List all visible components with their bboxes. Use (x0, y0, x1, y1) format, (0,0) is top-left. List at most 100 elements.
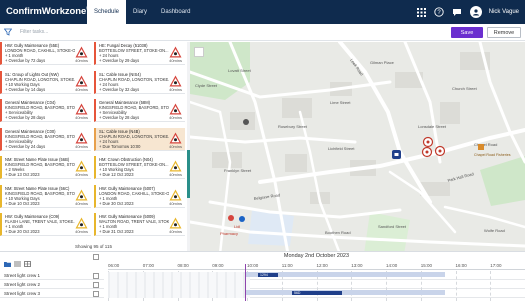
task-bar[interactable]: 1294 (258, 273, 278, 277)
street-light-marker[interactable] (243, 119, 249, 125)
task-addr: CHAPLIN ROAD, LONGTON, STOKE... (99, 133, 169, 139)
task-card[interactable]: HE: Fungal Decay (51038) BOTTESLOW STREET… (94, 42, 185, 65)
street-label: Lovatt Street (228, 68, 252, 73)
crew-shift-band (245, 290, 445, 295)
street-label: Sandford Street (378, 224, 407, 229)
street-label: Lonsdale Street (418, 124, 447, 129)
hour-ruler: 06:00 07:00 08:00 09:00 10:00 11:00 12:00 13:00… (108, 263, 525, 270)
poi-label: Chapel Road Fisheries (474, 153, 511, 157)
user-name[interactable]: Nick Vague (489, 9, 519, 15)
task-card[interactable]: HW: Gully Maintenance (5007) LONDON ROAD,… (94, 184, 185, 208)
warning-icon (169, 159, 182, 172)
crew-toggle[interactable] (93, 291, 99, 297)
task-card[interactable]: General Maintenance (58M) KINGSFIELD ROAD… (94, 99, 185, 122)
grid-icon[interactable] (24, 254, 31, 267)
task-duration: 40mins (75, 172, 88, 177)
street-label: Rosebury Street (278, 124, 308, 129)
task-addr: KINGSFIELD ROAD, BASFORD, STOKE... (5, 133, 75, 139)
task-duration: 40mins (169, 172, 182, 177)
task-card[interactable]: HW: Gully Maintenance (C09) FLASH LANE, T… (0, 213, 91, 236)
app-logo[interactable]: ConfirmWorkzone® (0, 6, 90, 17)
tab-schedule[interactable]: Schedule (87, 0, 127, 24)
task-duration: 40mins (75, 229, 88, 234)
list-icon[interactable] (14, 254, 21, 267)
task-bar[interactable]: 56D (292, 291, 342, 295)
crew-settings-icon[interactable] (93, 254, 99, 260)
hour-label: 08:00 (177, 263, 189, 268)
task-addr: CHAPLIN ROAD, LONGTON, STOKE... (5, 76, 75, 82)
task-count-footer: Showing 95 of 115 (0, 243, 187, 251)
task-card[interactable]: HW: Gully Maintenance (55E) LONDON ROAD, … (0, 42, 91, 65)
task-f2: + Overdue by 28 days (5, 115, 46, 121)
schedule-tools (4, 254, 31, 267)
task-card[interactable]: NM: Street Name Plate Issue (56B) KINGSFI… (0, 156, 91, 179)
save-button[interactable]: Save (451, 27, 483, 38)
tab-diary[interactable]: Diary (126, 0, 154, 24)
chat-icon[interactable] (452, 7, 463, 18)
task-f2: + Due 30 Oct 2023 (99, 200, 134, 206)
warning-icon (75, 131, 88, 143)
crew-location-marker[interactable] (392, 150, 401, 159)
task-duration: 40mins (169, 58, 182, 63)
warning-icon (75, 159, 88, 172)
filter-icon[interactable] (4, 28, 15, 36)
filter-tasks-input[interactable]: Filter tasks... (20, 29, 525, 35)
map-layers-button[interactable] (194, 47, 204, 57)
hour-label: 16:00 (455, 263, 467, 268)
task-addr: KINGSFIELD ROAD, BASFORD, STOKE... (5, 190, 75, 196)
schedule-date: Monday 2nd October 2023 (283, 253, 350, 259)
task-card[interactable]: NM: Street Name Plate Issue (56C) KINGSFI… (0, 184, 91, 208)
crew-row-label: Street light crew 3 (0, 290, 104, 298)
street-label: Chapel Road (474, 142, 497, 147)
map-canvas[interactable]: Lovatt Street Leek Road Church Street Cl… (190, 42, 525, 254)
top-navigation-bar: ConfirmWorkzone® Schedule Diary Dashboar… (0, 0, 525, 24)
street-label: Gilman Place (370, 60, 395, 65)
remove-button[interactable]: Remove (487, 27, 521, 38)
folder-icon[interactable] (4, 254, 11, 267)
task-duration: 40mins (75, 143, 88, 149)
task-card[interactable]: SL: Cable Issue (N4B) CHAPLIN ROAD, LONGT… (94, 127, 185, 151)
task-f2: + Overdue by 32 days (99, 86, 140, 92)
task-card[interactable]: HW: Gully Maintenance (5009) WALTON ROAD,… (94, 213, 185, 236)
warning-icon (169, 131, 182, 143)
hour-label: 10:00 (247, 263, 259, 268)
street-label: Lichfield Street (328, 146, 355, 151)
task-f2: + Overdue by 14 days (5, 86, 46, 92)
crew-shift-band (385, 272, 445, 277)
task-f2: + Overdue by 24 days (5, 143, 46, 149)
task-f2: + Overdue by 72 days (5, 58, 46, 64)
past-time-shading (108, 272, 250, 298)
task-card[interactable]: SL: Cable Issue (NIS4) CHAPLIN ROAD, LONG… (94, 70, 185, 94)
tab-dashboard[interactable]: Dashboard (154, 0, 197, 24)
avatar[interactable] (469, 6, 482, 18)
hour-label: 09:00 (212, 263, 224, 268)
task-duration: 40mins (169, 86, 182, 92)
task-duration: 40mins (75, 115, 88, 120)
task-f2: + Due 31 Oct 2023 (99, 229, 134, 235)
task-card[interactable]: HM: Crown Obstruction (N04) BOTTESLOW STR… (94, 156, 185, 179)
help-icon[interactable]: ? (434, 7, 445, 18)
hour-gridline (490, 271, 492, 301)
warning-icon (169, 216, 182, 229)
map-view[interactable]: Lovatt Street Leek Road Church Street Cl… (190, 42, 525, 254)
crew-row-label: Street light crew 2 (0, 281, 104, 289)
task-f2: + Due 20 Oct 2023 (5, 229, 40, 235)
hour-label: 12:00 (316, 263, 328, 268)
task-addr: LONDON ROAD, CAKHILL, STOKE-ON... (99, 190, 169, 196)
crew-row-label: Street light crew 1 (0, 272, 104, 280)
task-duration: 40mins (169, 143, 182, 149)
task-card[interactable]: General Maintenance (C00) KINGSFIELD ROAD… (0, 127, 91, 151)
crew-toggle[interactable] (93, 282, 99, 288)
hour-label: 14:00 (386, 263, 398, 268)
street-label: Church Street (452, 86, 478, 91)
street-label: Wolfe Road (484, 228, 505, 233)
warning-icon (169, 188, 182, 200)
warning-icon (75, 74, 88, 86)
task-card[interactable]: SL: Group of Lights Out (NW) CHAPLIN ROAD… (0, 70, 91, 94)
apps-grid-icon[interactable] (416, 7, 427, 18)
task-toolbar: Filter tasks... Save Remove (0, 24, 525, 41)
street-label: Clyde Street (195, 83, 218, 88)
task-duration: 40mins (169, 115, 182, 120)
task-card[interactable]: General Maintenance (C04) KINGSFIELD ROAD… (0, 99, 91, 122)
crew-toggle[interactable] (93, 273, 99, 279)
